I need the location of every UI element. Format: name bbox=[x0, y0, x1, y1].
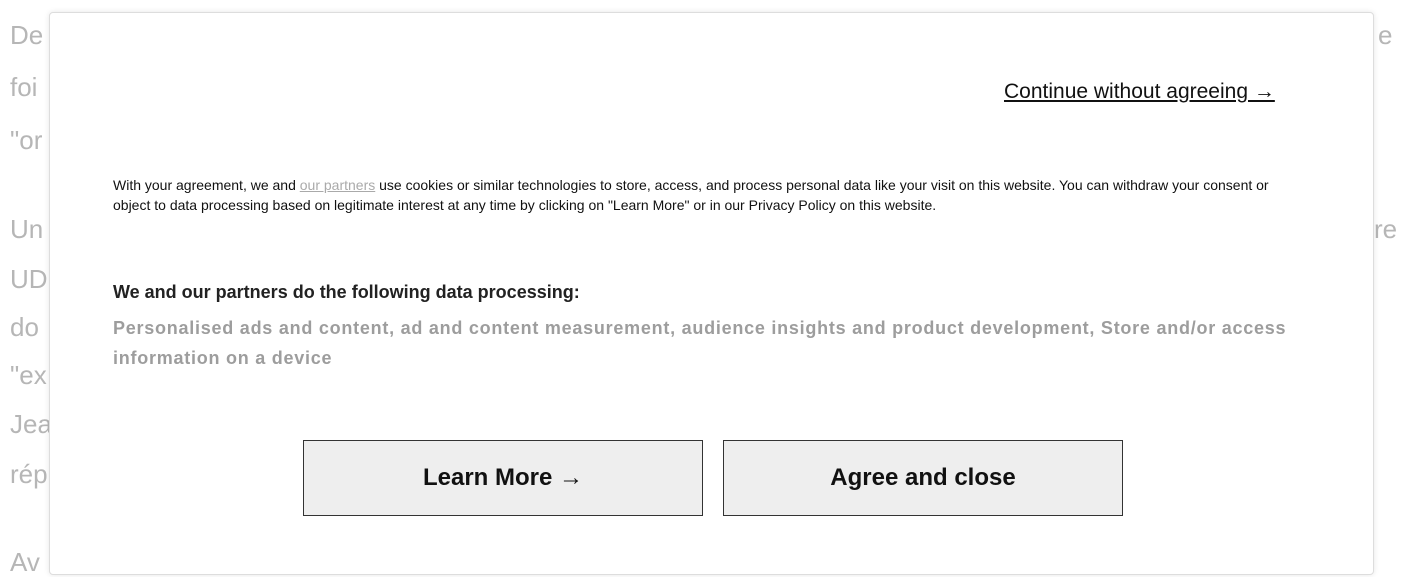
continue-without-agreeing-link[interactable]: Continue without agreeing → bbox=[1004, 80, 1275, 104]
background-text-line: Jea bbox=[10, 409, 52, 439]
background-text-line: do bbox=[10, 312, 39, 342]
learn-more-button[interactable]: Learn More → bbox=[303, 440, 703, 516]
background-text-line: re bbox=[1374, 214, 1398, 244]
background-text-line: "or bbox=[10, 125, 43, 155]
data-processing-purposes: Personalised ads and content, ad and con… bbox=[113, 318, 1287, 368]
background-text-line: De bbox=[10, 20, 44, 50]
consent-description: With your agreement, we and our partners… bbox=[113, 175, 1288, 215]
background-text-line: "ex bbox=[10, 360, 47, 390]
background-text-line: foi bbox=[10, 72, 38, 102]
background-text-line: Av bbox=[10, 547, 40, 577]
our-partners-link[interactable]: our partners bbox=[300, 177, 375, 193]
cookie-consent-dialog: Continue without agreeing → With your ag… bbox=[49, 12, 1374, 575]
background-text-line: Un bbox=[10, 214, 44, 244]
background-text-line: e bbox=[1378, 20, 1393, 50]
consent-text-start: With your agreement, we and bbox=[113, 177, 300, 193]
agree-and-close-button[interactable]: Agree and close bbox=[723, 440, 1123, 516]
background-text-line: UD bbox=[10, 264, 48, 294]
data-processing-heading: We and our partners do the following dat… bbox=[113, 282, 580, 302]
background-text-line: rép bbox=[10, 459, 48, 489]
